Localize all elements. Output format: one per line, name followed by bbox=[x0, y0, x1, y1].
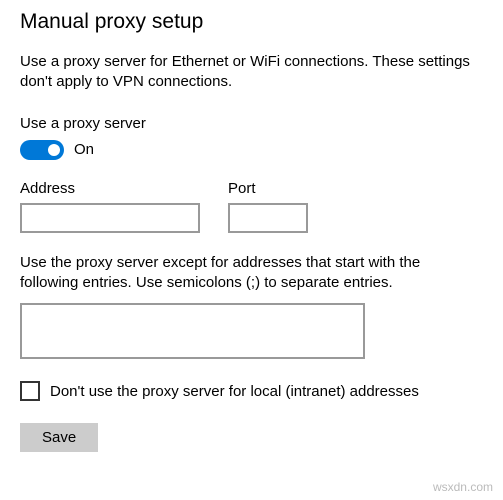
watermark: wsxdn.com bbox=[433, 480, 493, 494]
address-group: Address bbox=[20, 180, 200, 233]
local-bypass-row: Don't use the proxy server for local (in… bbox=[20, 381, 483, 401]
local-bypass-label: Don't use the proxy server for local (in… bbox=[50, 383, 419, 400]
exceptions-input[interactable] bbox=[20, 303, 365, 359]
proxy-description: Use a proxy server for Ethernet or WiFi … bbox=[20, 52, 480, 93]
port-label: Port bbox=[228, 180, 308, 197]
exceptions-description: Use the proxy server except for addresse… bbox=[20, 253, 460, 294]
page-title: Manual proxy setup bbox=[20, 10, 483, 34]
address-label: Address bbox=[20, 180, 200, 197]
use-proxy-label: Use a proxy server bbox=[20, 115, 483, 132]
port-group: Port bbox=[228, 180, 308, 233]
save-button[interactable]: Save bbox=[20, 423, 98, 452]
address-port-row: Address Port bbox=[20, 180, 483, 233]
use-proxy-toggle-row: On bbox=[20, 140, 483, 160]
port-input[interactable] bbox=[228, 203, 308, 233]
local-bypass-checkbox[interactable] bbox=[20, 381, 40, 401]
address-input[interactable] bbox=[20, 203, 200, 233]
use-proxy-state: On bbox=[74, 141, 94, 158]
use-proxy-toggle[interactable] bbox=[20, 140, 64, 160]
